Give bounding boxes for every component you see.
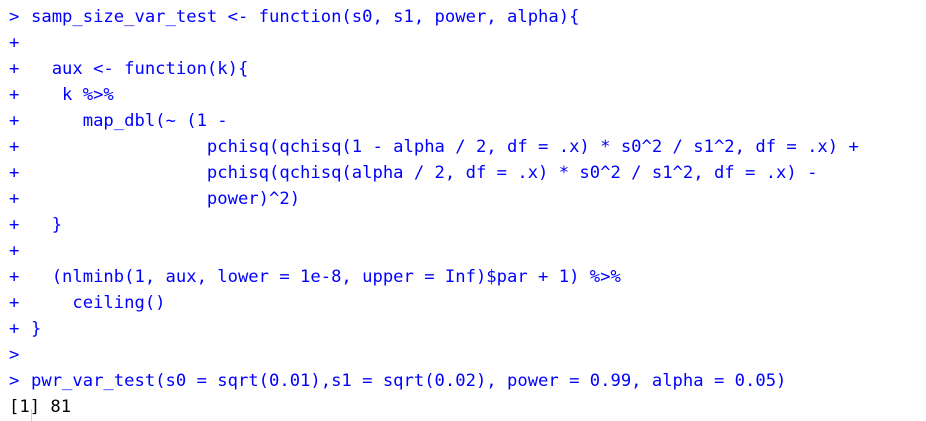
console-line: > [0, 342, 926, 368]
console-line: > pwr_var_test(s0 = sqrt(0.01),s1 = sqrt… [0, 368, 926, 394]
console-prompt: + [9, 59, 20, 79]
console-code: pchisq(qchisq(alpha / 2, df = .x) * s0^2… [31, 163, 818, 183]
console-code: pwr_var_test(s0 = sqrt(0.01),s1 = sqrt(0… [31, 371, 787, 391]
console-code: pchisq(qchisq(1 - alpha / 2, df = .x) * … [31, 137, 859, 157]
console-code: } [31, 215, 63, 235]
console-prompt: + [9, 215, 20, 235]
console-code: k %>% [31, 85, 114, 105]
console-prompt: + [9, 189, 20, 209]
console-prompt: + [9, 33, 20, 53]
r-console[interactable]: > samp_size_var_test <- function(s0, s1,… [0, 0, 926, 421]
console-line: + aux <- function(k){ [0, 56, 926, 82]
console-prompt: > [9, 7, 20, 27]
console-code: map_dbl(~ (1 - [31, 111, 228, 131]
console-line: + pchisq(qchisq(alpha / 2, df = .x) * s0… [0, 160, 926, 186]
console-line: + } [0, 316, 926, 342]
text-cursor [31, 409, 32, 421]
console-line: + pchisq(qchisq(1 - alpha / 2, df = .x) … [0, 134, 926, 160]
console-prompt: + [9, 111, 20, 131]
console-prompt: > [9, 371, 20, 391]
console-line: + k %>% [0, 82, 926, 108]
console-code: } [31, 319, 42, 339]
console-line: + (nlminb(1, aux, lower = 1e-8, upper = … [0, 264, 926, 290]
console-output: [1] 81 [9, 397, 72, 417]
console-prompt: + [9, 241, 20, 261]
console-prompt: + [9, 319, 20, 339]
console-line: + map_dbl(~ (1 - [0, 108, 926, 134]
console-prompt: + [9, 137, 20, 157]
console-prompt: + [9, 267, 20, 287]
console-line: + ceiling() [0, 290, 926, 316]
console-output-line: [1] 81 [0, 394, 926, 420]
console-prompt: > [9, 345, 20, 365]
console-line: + [0, 238, 926, 264]
console-line: + power)^2) [0, 186, 926, 212]
console-code: power)^2) [31, 189, 301, 209]
console-prompt: + [9, 293, 20, 313]
console-prompt: + [9, 85, 20, 105]
console-line: + [0, 30, 926, 56]
console-line: > samp_size_var_test <- function(s0, s1,… [0, 4, 926, 30]
console-code: aux <- function(k){ [31, 59, 249, 79]
console-code: (nlminb(1, aux, lower = 1e-8, upper = In… [31, 267, 621, 287]
console-code: ceiling() [31, 293, 166, 313]
console-code: samp_size_var_test <- function(s0, s1, p… [31, 7, 580, 27]
console-prompt: + [9, 163, 20, 183]
console-line: + } [0, 212, 926, 238]
